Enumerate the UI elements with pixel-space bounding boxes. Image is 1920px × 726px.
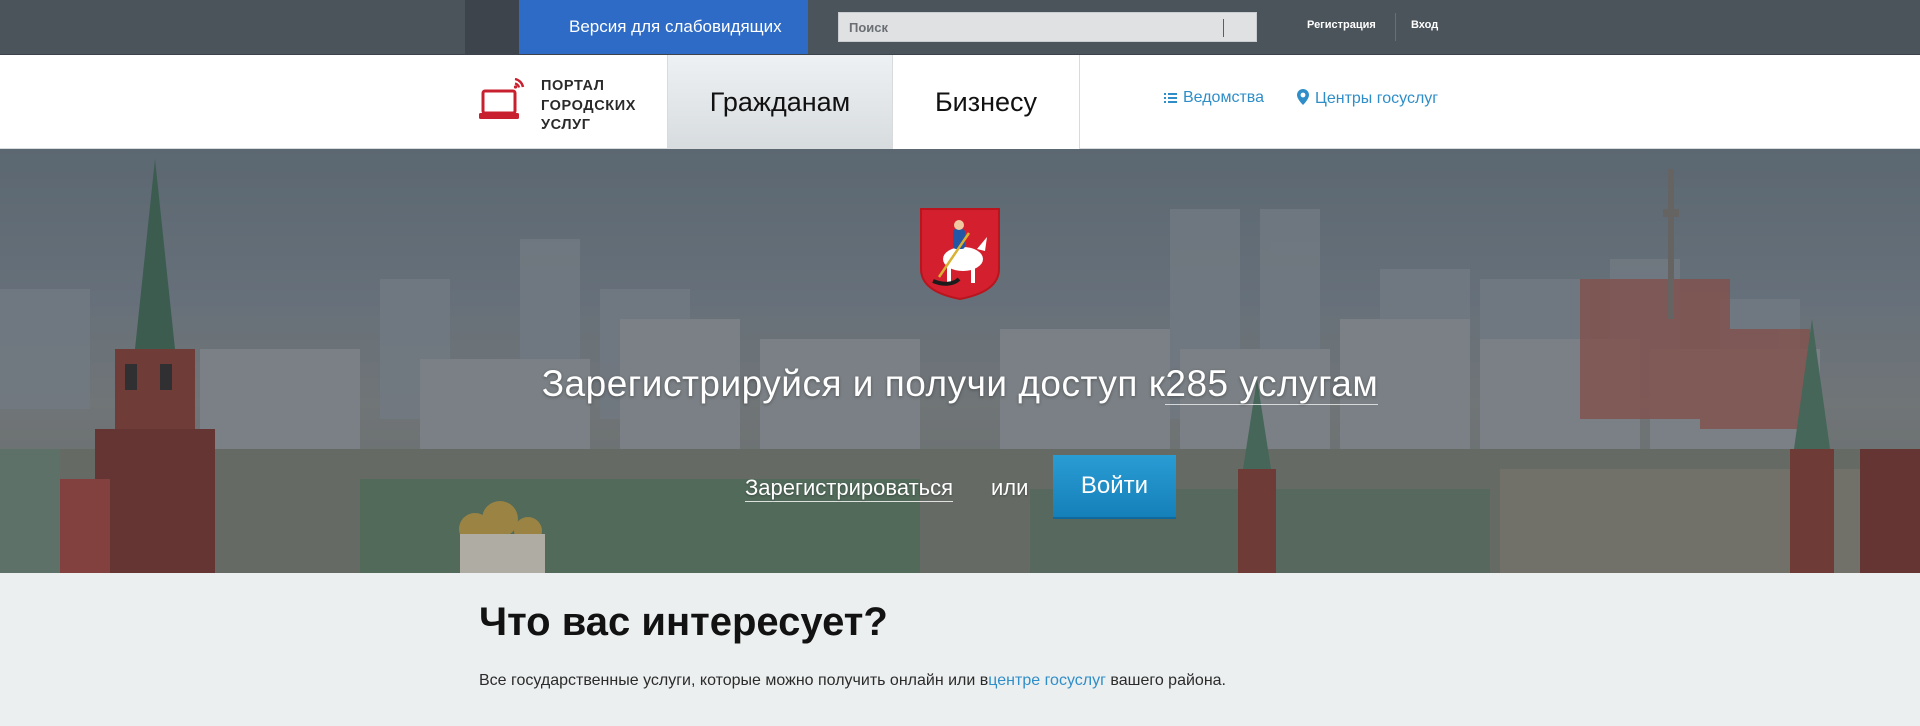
list-icon [1164,93,1177,103]
low-vision-version-button[interactable]: Версия для слабовидящих [519,0,808,54]
hero-login-button[interactable]: Войти [1053,455,1176,519]
hero-actions: Зарегистрироваться или Войти [0,455,1920,519]
logo-line: ГОРОДСКИХ [541,97,637,114]
section-description: Все государственные услуги, которые можн… [479,672,1226,690]
hero-register-link[interactable]: Зарегистрироваться [745,475,954,502]
tab-citizens[interactable]: Гражданам [667,55,893,149]
description-text: Все государственные услуги, которые можн… [479,672,989,689]
register-link[interactable]: Регистрация [1307,19,1376,31]
or-label: или [991,475,1029,500]
description-suffix: вашего района. [1105,672,1226,689]
services-count-link[interactable]: 285 услугам [1165,363,1379,405]
moscow-coat-of-arms-icon [920,208,1000,300]
portal-logo[interactable]: ПОРТАЛ ГОРОДСКИХ УСЛУГ [479,75,659,135]
laptop-wifi-logo-icon [479,77,525,119]
service-centers-inline-link[interactable]: центре госуслуг [988,672,1106,689]
departments-link[interactable]: Ведомства [1164,89,1264,107]
departments-label: Ведомства [1183,89,1264,106]
map-pin-icon [1297,89,1309,105]
search-button[interactable] [1224,13,1256,41]
main-navigation: ПОРТАЛ ГОРОДСКИХ УСЛУГ Гражданам Бизнесу… [0,55,1920,149]
search-box [838,12,1257,42]
top-bar-spacer [465,0,519,54]
logo-line: ПОРТАЛ [541,78,605,94]
section-title: Что вас интересует? [479,600,888,644]
headline-text: Зарегистрируйся и получи доступ к [541,363,1166,404]
auth-divider [1395,13,1396,41]
top-bar: Версия для слабовидящих Регистрация Вход [0,0,1920,55]
search-input[interactable] [839,13,1256,41]
hero-headline: Зарегистрируйся и получи доступ к285 усл… [0,363,1920,405]
logo-line: УСЛУГ [541,117,591,133]
login-link[interactable]: Вход [1411,19,1438,31]
hero-banner: Зарегистрируйся и получи доступ к285 усл… [0,149,1920,573]
tab-business[interactable]: Бизнесу [893,55,1080,149]
service-centers-label: Центры госуслуг [1315,90,1439,107]
logo-text: ПОРТАЛ ГОРОДСКИХ УСЛУГ [541,77,636,136]
service-centers-link[interactable]: Центры госуслуг [1297,89,1438,108]
